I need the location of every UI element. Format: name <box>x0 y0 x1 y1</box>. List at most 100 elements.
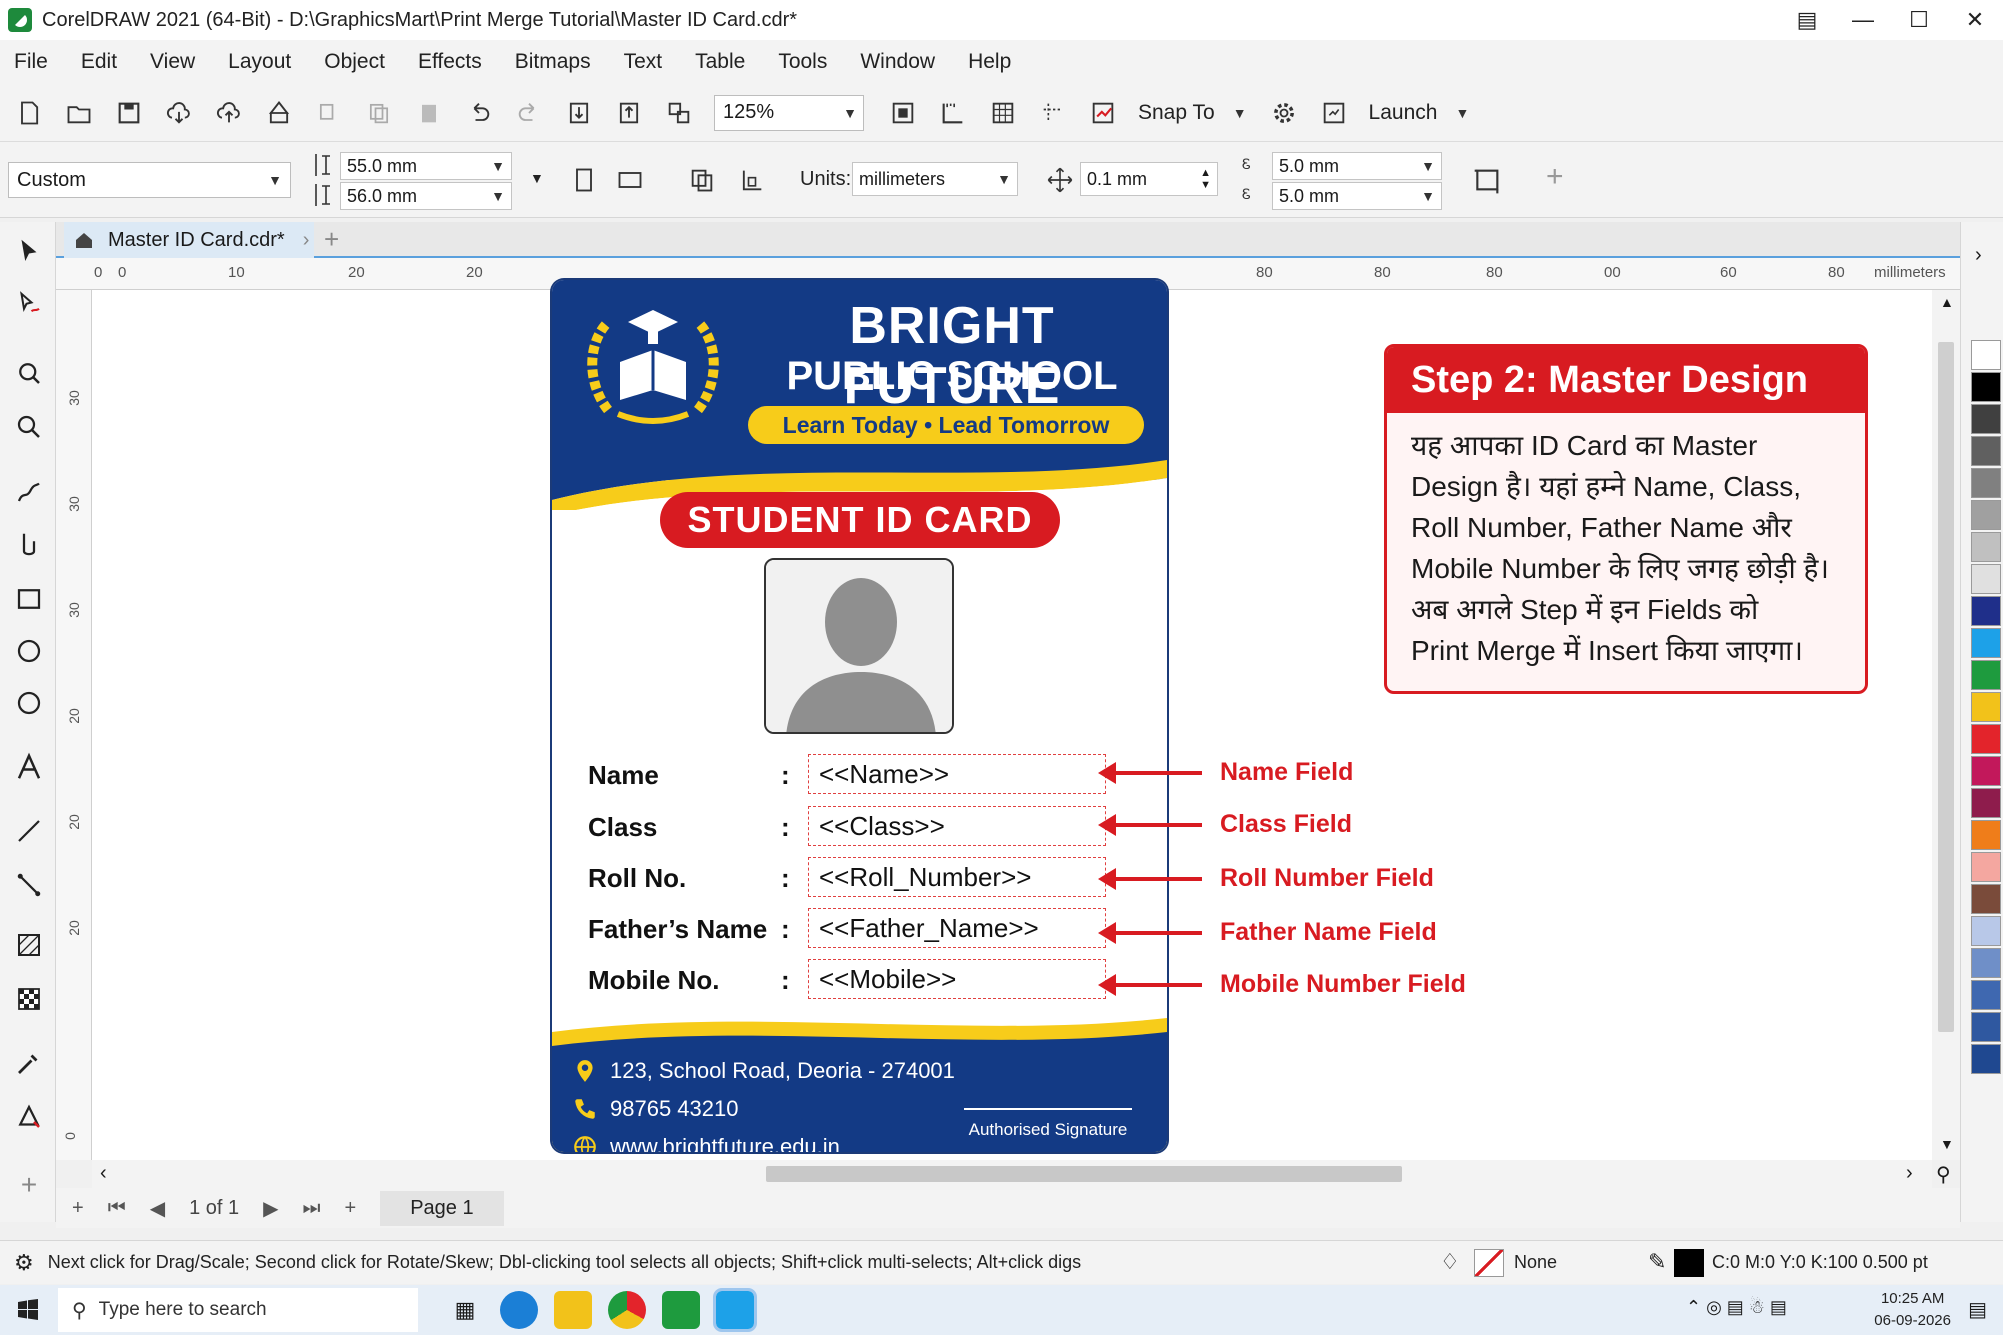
minimize-button[interactable]: — <box>1835 7 1891 33</box>
menu-view[interactable]: View <box>150 50 195 74</box>
rectangle-tool-icon[interactable] <box>12 582 46 616</box>
new-tab-icon[interactable]: + <box>324 224 339 255</box>
file-explorer-icon[interactable] <box>554 1291 592 1329</box>
customize-toolbox-icon[interactable]: + <box>12 1168 46 1202</box>
store-icon[interactable] <box>662 1291 700 1329</box>
chevron-down-icon[interactable]: ▼ <box>530 170 544 186</box>
new-document-icon[interactable] <box>14 98 44 128</box>
student-id-card[interactable]: BRIGHT FUTURE PUBLIC SCHOOL Learn Today … <box>552 280 1167 1152</box>
show-rulers-icon[interactable] <box>938 98 968 128</box>
merge-field-roll-number[interactable]: <<Roll_Number>> <box>808 857 1106 897</box>
add-preset-icon[interactable]: + <box>1546 160 1564 194</box>
first-page-icon[interactable]: ⏮ <box>108 1197 126 1220</box>
menu-object[interactable]: Object <box>324 50 385 74</box>
full-screen-preview-icon[interactable] <box>888 98 918 128</box>
color-swatch[interactable] <box>1971 756 2001 786</box>
color-swatch[interactable] <box>1971 820 2001 850</box>
page-tab-1[interactable]: Page 1 <box>380 1190 504 1226</box>
color-swatch[interactable] <box>1971 468 2001 498</box>
scroll-right-icon[interactable]: › <box>1906 1162 1913 1185</box>
edge-browser-icon[interactable] <box>500 1291 538 1329</box>
duplicate-distance-y-input[interactable]: 5.0 mm ▼ <box>1272 182 1442 210</box>
color-swatch[interactable] <box>1971 1044 2001 1074</box>
launch-dropdown[interactable]: Launch <box>1369 101 1438 125</box>
previous-page-icon[interactable]: ◀ <box>150 1196 165 1221</box>
menu-bitmaps[interactable]: Bitmaps <box>515 50 591 74</box>
current-page-icon[interactable] <box>738 166 766 194</box>
pick-tool-icon[interactable] <box>12 234 46 268</box>
color-swatch[interactable] <box>1971 628 2001 658</box>
duplicate-distance-x-input[interactable]: 5.0 mm ▼ <box>1272 152 1442 180</box>
menu-tools[interactable]: Tools <box>778 50 827 74</box>
task-view-icon[interactable]: ▦ <box>446 1291 484 1329</box>
shape-tool-icon[interactable] <box>12 288 46 322</box>
cloud-download-icon[interactable] <box>164 98 194 128</box>
spin-arrows-icon[interactable]: ▲ ▼ <box>1200 167 1211 191</box>
undo-icon[interactable] <box>464 98 494 128</box>
merge-field-father-name[interactable]: <<Father_Name>> <box>808 908 1106 948</box>
options-gear-icon[interactable] <box>1269 98 1299 128</box>
freehand-tool-icon[interactable] <box>12 474 46 508</box>
zoom-level-select[interactable]: 125% ▼ <box>714 94 864 131</box>
zoom-tool-icon[interactable] <box>12 410 46 444</box>
print-icon[interactable] <box>264 98 294 128</box>
cloud-upload-icon[interactable] <box>214 98 244 128</box>
interactive-fill-tool-icon[interactable] <box>12 1100 46 1134</box>
connector-tool-icon[interactable] <box>12 868 46 902</box>
copy-icon[interactable] <box>364 98 394 128</box>
color-swatch[interactable] <box>1971 660 2001 690</box>
cut-icon[interactable] <box>314 98 344 128</box>
menu-layout[interactable]: Layout <box>228 50 291 74</box>
snap-to-dropdown[interactable]: Snap To <box>1138 101 1215 125</box>
color-swatch[interactable] <box>1971 948 2001 978</box>
taskbar-search-box[interactable]: ⚲ Type here to search <box>58 1288 418 1332</box>
horizontal-scroll-thumb[interactable] <box>766 1166 1402 1182</box>
units-select[interactable]: millimeters ▼ <box>852 162 1018 196</box>
nudge-distance-input[interactable]: 0.1 mm ▲ ▼ <box>1080 162 1218 196</box>
color-swatch[interactable] <box>1971 404 2001 434</box>
show-guidelines-icon[interactable] <box>1038 98 1068 128</box>
vertical-scrollbar[interactable]: ▲ ▼ <box>1932 290 1960 1160</box>
paste-icon[interactable] <box>414 98 444 128</box>
merge-field-class[interactable]: <<Class>> <box>808 806 1106 846</box>
portrait-icon[interactable] <box>570 166 598 194</box>
polygon-tool-icon[interactable] <box>12 686 46 720</box>
redo-icon[interactable] <box>514 98 544 128</box>
restore-hint-icon[interactable]: ▤ <box>1779 7 1835 33</box>
color-swatch[interactable] <box>1971 692 2001 722</box>
snap-icon[interactable] <box>1088 98 1118 128</box>
menu-window[interactable]: Window <box>860 50 935 74</box>
color-swatch[interactable] <box>1971 916 2001 946</box>
parallel-dimension-tool-icon[interactable] <box>12 814 46 848</box>
last-page-icon[interactable]: ⏭ <box>303 1197 321 1220</box>
color-swatch[interactable] <box>1971 596 2001 626</box>
chevron-down-icon[interactable]: ▼ <box>1455 105 1469 121</box>
maximize-button[interactable]: ☐ <box>1891 7 1947 33</box>
menu-edit[interactable]: Edit <box>81 50 117 74</box>
taskbar-clock[interactable]: 10:25 AM 06-09-2026 <box>1874 1288 1951 1332</box>
page-width-input[interactable]: 55.0 mm ▼ <box>340 152 512 180</box>
show-grid-icon[interactable] <box>988 98 1018 128</box>
merge-field-name[interactable]: <<Name>> <box>808 754 1106 794</box>
palette-expand-icon[interactable]: › <box>1975 244 1982 267</box>
ellipse-tool-icon[interactable] <box>12 634 46 668</box>
import-icon[interactable] <box>564 98 594 128</box>
horizontal-scrollbar[interactable]: ‹ › <box>92 1160 1932 1188</box>
menu-effects[interactable]: Effects <box>418 50 482 74</box>
page-border-icon[interactable] <box>1472 164 1504 196</box>
color-swatch[interactable] <box>1971 884 2001 914</box>
fill-none-swatch-icon[interactable] <box>1474 1249 1504 1277</box>
launch-app-icon[interactable] <box>1319 98 1349 128</box>
vertical-scroll-thumb[interactable] <box>1938 342 1954 1032</box>
page-size-preset-select[interactable]: Custom ▼ <box>8 162 291 198</box>
merge-field-mobile[interactable]: <<Mobile>> <box>808 959 1106 999</box>
color-swatch[interactable] <box>1971 436 2001 466</box>
color-swatch[interactable] <box>1971 980 2001 1010</box>
add-page-before-icon[interactable]: + <box>72 1197 84 1220</box>
scroll-down-icon[interactable]: ▼ <box>1940 1136 1954 1152</box>
page-height-input[interactable]: 56.0 mm ▼ <box>340 182 512 210</box>
tab-master-id-card[interactable]: Master ID Card.cdr* › <box>64 222 314 258</box>
chrome-browser-icon[interactable] <box>608 1291 646 1329</box>
color-swatch[interactable] <box>1971 372 2001 402</box>
color-swatch[interactable] <box>1971 532 2001 562</box>
